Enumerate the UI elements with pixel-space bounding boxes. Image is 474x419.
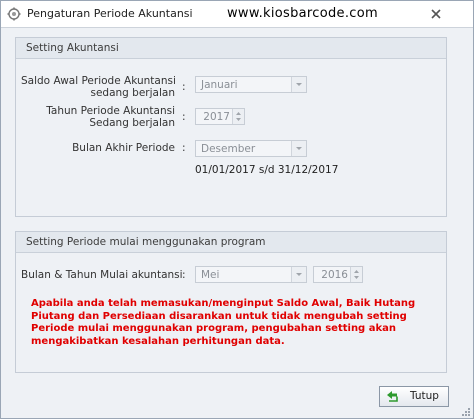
exit-arrow-icon — [387, 391, 398, 402]
tutup-label: Tutup — [410, 390, 439, 402]
tutup-button[interactable]: Tutup — [379, 386, 449, 407]
resize-grip-icon[interactable] — [461, 407, 471, 417]
tahun-mulai-stepper[interactable]: 2016 — [313, 266, 363, 283]
chevron-down-icon — [296, 83, 302, 86]
setting-akuntansi-title: Setting Akuntansi — [16, 38, 446, 59]
colon: : — [182, 111, 186, 123]
bulan-mulai-value: Mei — [201, 269, 220, 281]
chevron-down-icon — [296, 147, 302, 150]
stepper-arrows-icon — [236, 112, 241, 121]
dropdown-button[interactable] — [291, 267, 306, 282]
dropdown-button[interactable] — [291, 77, 306, 92]
gear-icon — [7, 7, 21, 21]
saldo-awal-value: Januari — [201, 79, 238, 91]
watermark-text: www.kiosbarcode.com — [227, 6, 378, 21]
colon: : — [182, 269, 186, 281]
title-bar[interactable]: Pengaturan Periode Akuntansi www.kiosbar… — [1, 1, 473, 28]
tahun-mulai-value: 2016 — [321, 269, 348, 281]
window-title: Pengaturan Periode Akuntansi — [27, 7, 193, 20]
bulan-akhir-select[interactable]: Desember — [195, 140, 307, 157]
bulan-tahun-label: Bulan & Tahun Mulai akuntansi — [21, 269, 183, 281]
colon: : — [182, 142, 186, 154]
bulan-akhir-value: Desember — [201, 143, 256, 155]
saldo-awal-label-line2: sedang berjalan — [90, 87, 176, 99]
periode-range-text: 01/01/2017 s/d 31/12/2017 — [195, 164, 339, 176]
tahun-periode-stepper[interactable]: 2017 — [195, 108, 245, 125]
saldo-awal-select[interactable]: Januari — [195, 76, 307, 93]
close-icon[interactable] — [430, 8, 442, 20]
tahun-periode-label: Tahun Periode Akuntansi Sedang berjalan — [21, 105, 175, 129]
chevron-down-icon — [296, 273, 302, 276]
bulan-akhir-label: Bulan Akhir Periode — [72, 142, 175, 154]
dropdown-button[interactable] — [291, 141, 306, 156]
setting-periode-title: Setting Periode mulai menggunakan progra… — [16, 232, 446, 253]
tahun-label-line2: Sedang berjalan — [89, 117, 175, 129]
tahun-periode-value: 2017 — [203, 111, 230, 123]
tahun-label-line1: Tahun Periode Akuntansi — [46, 105, 175, 117]
stepper-buttons[interactable] — [232, 109, 244, 124]
saldo-awal-label: Saldo Awal Periode Akuntansi sedang berj… — [21, 75, 176, 99]
saldo-awal-label-line1: Saldo Awal Periode Akuntansi — [21, 75, 176, 87]
dialog-window: Pengaturan Periode Akuntansi www.kiosbar… — [0, 0, 474, 419]
warning-message: Apabila anda telah memasukan/menginput S… — [31, 298, 416, 347]
bulan-mulai-select[interactable]: Mei — [195, 266, 307, 283]
stepper-buttons[interactable] — [350, 267, 362, 282]
stepper-arrows-icon — [354, 270, 359, 279]
colon: : — [182, 81, 186, 93]
